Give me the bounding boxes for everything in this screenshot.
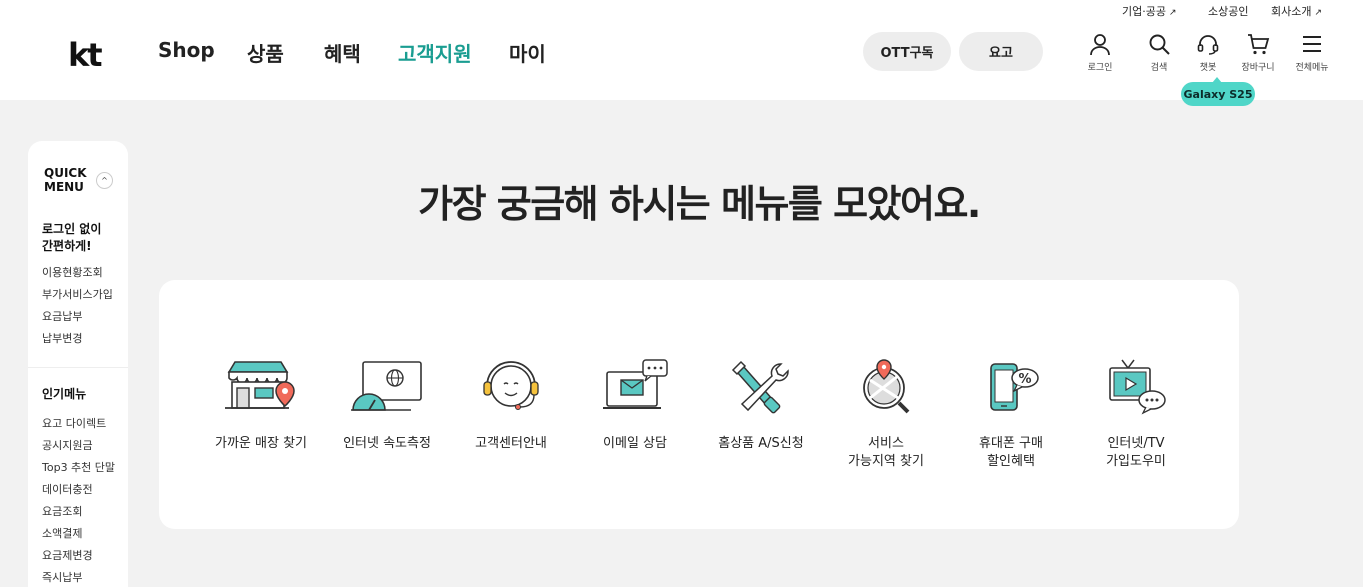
service-label: 홈상품 A/S신청 (718, 436, 804, 451)
search-icon (1149, 34, 1170, 55)
search-button[interactable]: 검색 (1136, 32, 1182, 73)
quick-item-instant-pay[interactable]: 즉시납부 (42, 569, 82, 585)
external-link-icon: ↗ (1314, 8, 1323, 18)
quick-item-addon[interactable]: 부가서비스가입 (42, 286, 113, 302)
yogo-button[interactable]: 요고 (959, 32, 1043, 71)
service-speed-test[interactable]: 인터넷 속도측정 (322, 358, 452, 453)
quick-title-line2: MENU (44, 180, 84, 194)
page-headline: 가장 궁금해 하시는 메뉴를 모았어요. (418, 182, 981, 226)
nav-support[interactable]: 고객지원 (398, 38, 472, 67)
util-link-label: 소상공인 (1208, 5, 1249, 18)
group-title-line: 간편하게! (42, 239, 92, 253)
email-consult-icon (603, 359, 668, 409)
service-label: 이메일 상담 (603, 436, 667, 451)
quick-item-micropay[interactable]: 소액결제 (42, 525, 82, 541)
ott-subscription-button[interactable]: OTT구독 (863, 32, 951, 71)
util-link-company[interactable]: 회사소개 ↗ (1271, 3, 1322, 19)
user-icon (1090, 34, 1110, 56)
quick-menu-title: QUICK MENU (44, 166, 87, 194)
quick-menu: QUICK MENU ^ 로그인 없이 간편하게! 이용현황조회 부가서비스가입… (28, 141, 128, 587)
group-title-line: 로그인 없이 (42, 222, 102, 236)
quick-item-data-charge[interactable]: 데이터충전 (42, 481, 93, 497)
svg-text:%: % (1018, 372, 1031, 387)
service-label: 서비스 가능지역 찾기 (848, 436, 924, 469)
group-no-login-title: 로그인 없이 간편하게! (42, 221, 101, 255)
all-menu-label: 전체메뉴 (1295, 63, 1329, 73)
group-popular-title: 인기메뉴 (42, 387, 87, 401)
quick-item-bill-check[interactable]: 요금조회 (42, 503, 82, 519)
popular-services-card: 가까운 매장 찾기 인터넷 속도측정 고객센터안내 이메일 상담 홈상품 A/S… (159, 280, 1239, 529)
nav-benefits[interactable]: 혜택 (324, 38, 361, 67)
store-location-icon (225, 361, 295, 409)
login-label: 로그인 (1087, 63, 1113, 73)
quick-item-pay-change[interactable]: 납부변경 (42, 330, 82, 346)
quick-item-plan-change[interactable]: 요금제변경 (42, 547, 93, 563)
service-label: 휴대폰 구매 할인혜택 (979, 436, 1043, 469)
service-customer-center[interactable]: 고객센터안내 (446, 358, 576, 453)
quick-item-pay[interactable]: 요금납부 (42, 308, 82, 324)
quick-title-line1: QUICK (44, 166, 87, 180)
util-link-business[interactable]: 기업·공공 ↗ (1122, 3, 1177, 19)
search-label: 검색 (1150, 63, 1168, 73)
cart-label: 장바구니 (1241, 63, 1275, 73)
util-link-small-business[interactable]: 소상공인 (1208, 3, 1248, 19)
cart-button[interactable]: 장바구니 (1235, 32, 1281, 73)
util-link-label: 기업·공공 (1122, 5, 1166, 18)
quick-item-usage[interactable]: 이용현황조회 (42, 264, 103, 280)
customer-center-icon (483, 361, 539, 410)
quick-divider (28, 367, 128, 368)
service-email-consult[interactable]: 이메일 상담 (570, 358, 700, 453)
all-menu-button[interactable]: 전체메뉴 (1289, 32, 1335, 73)
service-phone-discount[interactable]: % 휴대폰 구매 할인혜택 (946, 358, 1076, 471)
nav-my[interactable]: 마이 (509, 38, 546, 67)
phone-discount-icon: % (990, 363, 1039, 411)
service-area-search-icon (863, 359, 910, 414)
quick-item-subsidy[interactable]: 공시지원금 (42, 437, 93, 453)
tv-join-helper-icon (1109, 359, 1166, 415)
hamburger-icon (1303, 36, 1321, 52)
galaxy-s25-bubble[interactable]: Galaxy S25 (1181, 77, 1255, 106)
service-label: 인터넷 속도측정 (343, 436, 431, 451)
quick-item-top3[interactable]: Top3 추천 단말 (42, 459, 115, 475)
header: 기업·공공 ↗ 소상공인 회사소개 ↗ kt Shop 상품 혜택 고객지원 마이 … (0, 0, 1363, 100)
nav-products[interactable]: 상품 (247, 38, 284, 67)
nav-shop[interactable]: Shop (158, 38, 215, 62)
external-link-icon: ↗ (1168, 8, 1177, 18)
service-label: 고객센터안내 (475, 436, 547, 451)
chatbot-button[interactable]: 챗봇 (1185, 32, 1231, 73)
service-home-as[interactable]: 홈상품 A/S신청 (696, 358, 826, 453)
service-tv-join-helper[interactable]: 인터넷/TV 가입도우미 (1071, 358, 1201, 471)
service-label: 가까운 매장 찾기 (215, 436, 307, 451)
service-store-finder[interactable]: 가까운 매장 찾기 (196, 358, 326, 453)
chatbot-label: 챗봇 (1199, 63, 1217, 73)
kt-logo[interactable]: kt (68, 36, 103, 74)
speed-test-icon (351, 361, 422, 411)
util-link-label: 회사소개 (1271, 5, 1312, 18)
service-label: 인터넷/TV 가입도우미 (1106, 436, 1166, 469)
quick-item-yogo-direct[interactable]: 요고 다이렉트 (42, 415, 106, 431)
headset-icon (1197, 35, 1219, 55)
repair-tools-icon (731, 360, 789, 414)
cart-icon (1248, 34, 1270, 55)
service-area-finder[interactable]: 서비스 가능지역 찾기 (821, 358, 951, 471)
quick-menu-collapse-icon[interactable]: ^ (96, 172, 113, 189)
login-button[interactable]: 로그인 (1077, 32, 1123, 73)
